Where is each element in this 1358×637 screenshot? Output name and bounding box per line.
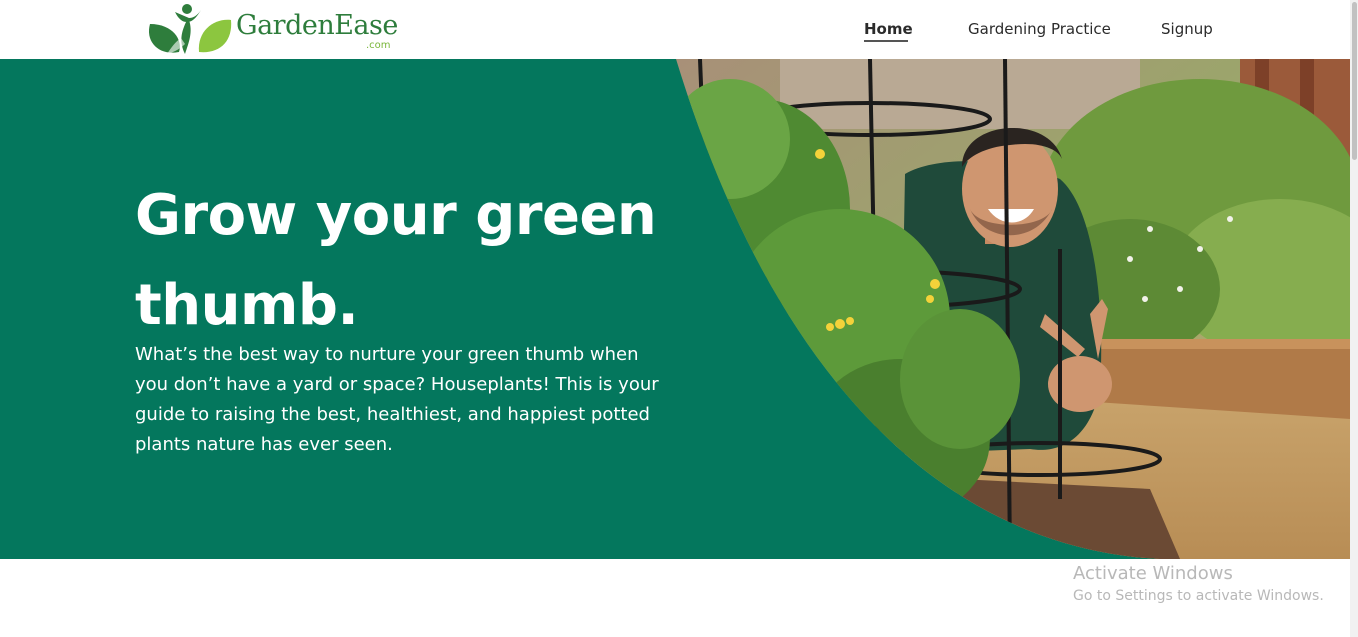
activate-windows-subtitle: Go to Settings to activate Windows. bbox=[1073, 588, 1324, 604]
brand-name: GardenEase bbox=[236, 10, 398, 41]
nav-gardening-practice-link[interactable]: Gardening Practice bbox=[968, 20, 1111, 38]
page-scrollbar-thumb[interactable] bbox=[1352, 2, 1357, 160]
hero-description: What’s the best way to nurture your gree… bbox=[135, 344, 659, 455]
hero-heading: Grow your green thumb. bbox=[135, 183, 657, 338]
nav-home-link[interactable]: Home bbox=[864, 20, 913, 38]
activate-windows-title: Activate Windows bbox=[1073, 563, 1233, 584]
top-navbar: GardenEase .com Home Gardening Practice … bbox=[0, 0, 1350, 59]
leaf-person-logo-icon bbox=[148, 4, 232, 54]
brand-logo[interactable]: GardenEase .com bbox=[145, 2, 398, 56]
active-nav-underline bbox=[864, 40, 908, 42]
brand-suffix: .com bbox=[366, 40, 391, 51]
hero-section: Grow your green thumb. What’s the best w… bbox=[0, 59, 1350, 559]
nav-signup-link[interactable]: Signup bbox=[1161, 20, 1213, 38]
